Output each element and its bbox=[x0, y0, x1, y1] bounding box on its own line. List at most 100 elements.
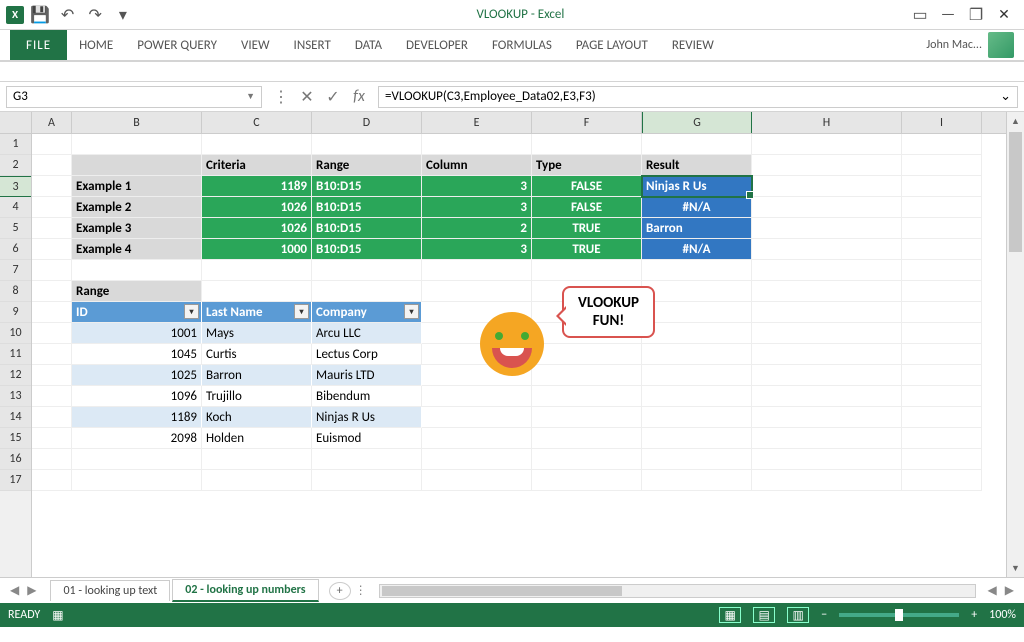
tab-home[interactable]: HOME bbox=[67, 30, 125, 60]
cell-b6[interactable]: Example 4 bbox=[72, 239, 202, 260]
row-hdr-4[interactable]: 4 bbox=[0, 197, 31, 218]
row-hdr-11[interactable]: 11 bbox=[0, 344, 31, 365]
row-hdr-5[interactable]: 5 bbox=[0, 218, 31, 239]
col-hdr-c[interactable]: C bbox=[202, 112, 312, 133]
table-cell[interactable]: 1189 bbox=[72, 407, 202, 428]
row-hdr-13[interactable]: 13 bbox=[0, 386, 31, 407]
tab-view[interactable]: VIEW bbox=[229, 30, 282, 60]
name-box-dropdown-icon[interactable]: ▼ bbox=[246, 91, 255, 102]
select-all-corner[interactable] bbox=[0, 112, 31, 134]
cell-c5[interactable]: 1026 bbox=[202, 218, 312, 239]
filter-icon[interactable]: ▾ bbox=[404, 304, 419, 319]
row-hdr-8[interactable]: 8 bbox=[0, 281, 31, 302]
tab-developer[interactable]: DEVELOPER bbox=[394, 30, 480, 60]
tab-insert[interactable]: INSERT bbox=[282, 30, 343, 60]
ribbon-options-icon[interactable]: ▭ bbox=[906, 4, 934, 26]
cell-d5[interactable]: B10:D15 bbox=[312, 218, 422, 239]
cell-d4[interactable]: B10:D15 bbox=[312, 197, 422, 218]
table-cell[interactable]: Arcu LLC bbox=[312, 323, 422, 344]
save-icon[interactable]: 💾 bbox=[29, 4, 51, 26]
table-hdr-company[interactable]: Company▾ bbox=[312, 302, 422, 323]
file-tab[interactable]: FILE bbox=[10, 30, 67, 60]
qat-dropdown-icon[interactable]: ▾ bbox=[112, 4, 134, 26]
cell-e4[interactable]: 3 bbox=[422, 197, 532, 218]
table-cell[interactable]: Mauris LTD bbox=[312, 365, 422, 386]
row-hdr-17[interactable]: 17 bbox=[0, 470, 31, 491]
table-cell[interactable]: Koch bbox=[202, 407, 312, 428]
cell-b8[interactable]: Range bbox=[72, 281, 202, 302]
sheet-nav-first-icon[interactable]: ◀ bbox=[6, 583, 23, 598]
cell-g4[interactable]: #N/A bbox=[642, 197, 752, 218]
row-hdr-1[interactable]: 1 bbox=[0, 134, 31, 155]
row-hdr-3[interactable]: 3 bbox=[0, 176, 31, 197]
formula-input[interactable]: =VLOOKUP(C3,Employee_Data02,E3,F3) ⌄ bbox=[378, 86, 1018, 108]
cell-f5[interactable]: TRUE bbox=[532, 218, 642, 239]
name-box[interactable]: G3 ▼ bbox=[6, 86, 262, 108]
col-hdr-i[interactable]: I bbox=[902, 112, 982, 133]
table-cell[interactable]: Barron bbox=[202, 365, 312, 386]
cell-g3-active[interactable]: Ninjas R Us bbox=[642, 176, 752, 197]
col-hdr-f[interactable]: F bbox=[532, 112, 642, 133]
row-hdr-10[interactable]: 10 bbox=[0, 323, 31, 344]
fx-options-icon[interactable]: ⋮ bbox=[268, 86, 294, 108]
table-cell[interactable]: 1045 bbox=[72, 344, 202, 365]
col-hdr-g[interactable]: G bbox=[642, 112, 752, 133]
table-cell[interactable]: Curtis bbox=[202, 344, 312, 365]
cell-e5[interactable]: 2 bbox=[422, 218, 532, 239]
cell-b4[interactable]: Example 2 bbox=[72, 197, 202, 218]
hscroll-left-icon[interactable]: ◀ bbox=[984, 583, 1001, 598]
table-hdr-lastname[interactable]: Last Name▾ bbox=[202, 302, 312, 323]
macro-record-icon[interactable]: ▦ bbox=[52, 608, 63, 623]
sheet-tab-active[interactable]: 02 - looking up numbers bbox=[172, 579, 318, 602]
table-cell[interactable]: Bibendum bbox=[312, 386, 422, 407]
row-hdr-16[interactable]: 16 bbox=[0, 449, 31, 470]
restore-icon[interactable]: ❐ bbox=[962, 4, 990, 26]
cell-e2[interactable]: Column bbox=[422, 155, 532, 176]
cell-d2[interactable]: Range bbox=[312, 155, 422, 176]
scroll-up-icon[interactable]: ▲ bbox=[1007, 112, 1024, 130]
scroll-thumb[interactable] bbox=[1009, 132, 1022, 252]
enter-icon[interactable]: ✓ bbox=[320, 86, 346, 108]
filter-icon[interactable]: ▾ bbox=[294, 304, 309, 319]
cell-b2[interactable] bbox=[72, 155, 202, 176]
cancel-icon[interactable]: ✕ bbox=[294, 86, 320, 108]
tab-review[interactable]: REVIEW bbox=[660, 30, 726, 60]
row-hdr-7[interactable]: 7 bbox=[0, 260, 31, 281]
cell-f4[interactable]: FALSE bbox=[532, 197, 642, 218]
col-hdr-b[interactable]: B bbox=[72, 112, 202, 133]
row-hdr-6[interactable]: 6 bbox=[0, 239, 31, 260]
table-cell[interactable]: 1025 bbox=[72, 365, 202, 386]
cells-area[interactable]: Criteria Range Column Type Result Exampl… bbox=[32, 134, 1006, 491]
minimize-icon[interactable]: — bbox=[934, 4, 962, 26]
cell-f6[interactable]: TRUE bbox=[532, 239, 642, 260]
table-cell[interactable]: 1096 bbox=[72, 386, 202, 407]
hscroll-right-icon[interactable]: ▶ bbox=[1001, 583, 1018, 598]
cell-g5[interactable]: Barron bbox=[642, 218, 752, 239]
table-cell[interactable]: Ninjas R Us bbox=[312, 407, 422, 428]
close-icon[interactable]: ✕ bbox=[990, 4, 1018, 26]
zoom-in-icon[interactable]: + bbox=[971, 608, 977, 622]
col-hdr-h[interactable]: H bbox=[752, 112, 902, 133]
table-cell[interactable]: Lectus Corp bbox=[312, 344, 422, 365]
zoom-level[interactable]: 100% bbox=[989, 608, 1016, 622]
table-cell[interactable]: Holden bbox=[202, 428, 312, 449]
col-hdr-e[interactable]: E bbox=[422, 112, 532, 133]
horizontal-scrollbar[interactable] bbox=[379, 584, 976, 598]
table-cell[interactable]: Trujillo bbox=[202, 386, 312, 407]
zoom-slider[interactable] bbox=[839, 613, 959, 617]
cell-d6[interactable]: B10:D15 bbox=[312, 239, 422, 260]
view-normal-icon[interactable]: ▦ bbox=[719, 607, 741, 623]
sheet-tab-prev[interactable]: 01 - looking up text bbox=[50, 580, 170, 601]
tab-data[interactable]: DATA bbox=[343, 30, 394, 60]
row-hdr-15[interactable]: 15 bbox=[0, 428, 31, 449]
cell-f2[interactable]: Type bbox=[532, 155, 642, 176]
zoom-out-icon[interactable]: − bbox=[821, 608, 827, 622]
col-hdr-a[interactable]: A bbox=[32, 112, 72, 133]
cell-f3[interactable]: FALSE bbox=[532, 176, 642, 197]
table-cell[interactable]: Euismod bbox=[312, 428, 422, 449]
col-hdr-d[interactable]: D bbox=[312, 112, 422, 133]
formula-expand-icon[interactable]: ⌄ bbox=[1000, 89, 1011, 104]
cell-e6[interactable]: 3 bbox=[422, 239, 532, 260]
vertical-scrollbar[interactable]: ▲ ▼ bbox=[1006, 112, 1024, 577]
cell-b5[interactable]: Example 3 bbox=[72, 218, 202, 239]
